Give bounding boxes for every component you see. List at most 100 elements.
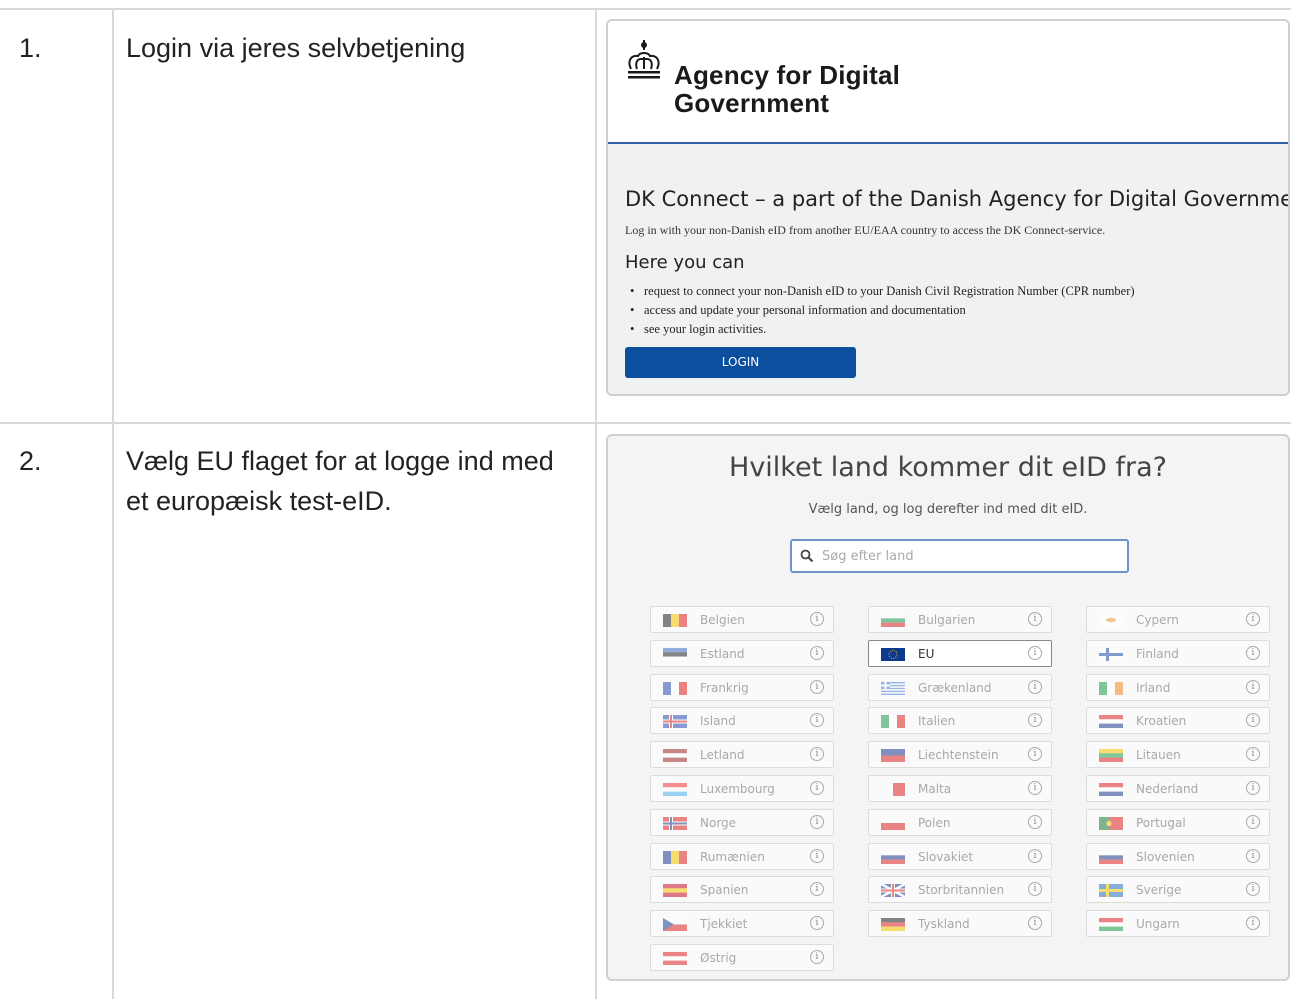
country-option-malta[interactable]: Malta i bbox=[868, 775, 1052, 802]
country-option-litauen[interactable]: Litauen i bbox=[1086, 741, 1270, 768]
country-option-nederland[interactable]: Nederland i bbox=[1086, 775, 1270, 802]
info-icon[interactable]: i bbox=[810, 849, 824, 863]
country-option-bulgarien[interactable]: Bulgarien i bbox=[868, 606, 1052, 633]
country-option-tjekkiet[interactable]: Tjekkiet i bbox=[650, 910, 834, 937]
info-icon[interactable]: i bbox=[810, 815, 824, 829]
agency-name-line1: Agency for Digital bbox=[674, 60, 901, 90]
info-icon[interactable]: i bbox=[1028, 680, 1042, 694]
country-select-screenshot: Hvilket land kommer dit eID fra? Vælg la… bbox=[606, 434, 1290, 981]
info-icon[interactable]: i bbox=[1028, 849, 1042, 863]
info-icon[interactable]: i bbox=[1028, 781, 1042, 795]
country-option-østrig[interactable]: Østrig i bbox=[650, 944, 834, 971]
info-icon[interactable]: i bbox=[810, 781, 824, 795]
flag-icon bbox=[1099, 749, 1123, 762]
search-input[interactable] bbox=[822, 545, 1117, 567]
info-icon[interactable]: i bbox=[1246, 646, 1260, 660]
info-icon[interactable]: i bbox=[810, 882, 824, 896]
country-option-belgien[interactable]: Belgien i bbox=[650, 606, 834, 633]
agency-name-line2: Government bbox=[674, 88, 830, 118]
flag-icon bbox=[663, 952, 687, 965]
country-option-island[interactable]: Island i bbox=[650, 707, 834, 734]
step-number: 2. bbox=[19, 446, 42, 476]
info-icon[interactable]: i bbox=[810, 916, 824, 930]
country-option-slovenien[interactable]: Slovenien i bbox=[1086, 843, 1270, 870]
country-name: Letland bbox=[700, 748, 745, 762]
country-option-storbritannien[interactable]: Storbritannien i bbox=[868, 876, 1052, 903]
country-name: Tyskland bbox=[918, 917, 970, 931]
info-icon[interactable]: i bbox=[1246, 747, 1260, 761]
country-name: Malta bbox=[918, 782, 952, 796]
country-name: Ungarn bbox=[1136, 917, 1180, 931]
country-search[interactable] bbox=[790, 539, 1129, 573]
country-option-norge[interactable]: Norge i bbox=[650, 809, 834, 836]
country-option-finland[interactable]: Finland i bbox=[1086, 640, 1270, 667]
country-name: Grækenland bbox=[918, 681, 992, 695]
step-instruction: Vælg EU flaget for at logge ind med et e… bbox=[126, 446, 554, 516]
login-button[interactable]: LOGIN bbox=[625, 347, 856, 378]
country-name: Sverige bbox=[1136, 883, 1182, 897]
info-icon[interactable]: i bbox=[1028, 713, 1042, 727]
country-option-portugal[interactable]: Portugal i bbox=[1086, 809, 1270, 836]
info-icon[interactable]: i bbox=[1028, 815, 1042, 829]
info-icon[interactable]: i bbox=[810, 612, 824, 626]
info-icon[interactable]: i bbox=[1028, 612, 1042, 626]
list-item: see your login activities. bbox=[625, 320, 1135, 339]
country-name: Rumænien bbox=[700, 850, 765, 864]
country-option-italien[interactable]: Italien i bbox=[868, 707, 1052, 734]
info-icon[interactable]: i bbox=[1246, 815, 1260, 829]
info-icon[interactable]: i bbox=[1246, 713, 1260, 727]
country-name: Island bbox=[700, 714, 736, 728]
country-name: Finland bbox=[1136, 647, 1179, 661]
flag-icon bbox=[1099, 918, 1123, 931]
country-name: Cypern bbox=[1136, 613, 1179, 627]
info-icon[interactable]: i bbox=[1028, 646, 1042, 660]
country-option-spanien[interactable]: Spanien i bbox=[650, 876, 834, 903]
info-icon[interactable]: i bbox=[1246, 680, 1260, 694]
info-icon[interactable]: i bbox=[810, 646, 824, 660]
list-item: request to connect your non-Danish eID t… bbox=[625, 282, 1135, 301]
info-icon[interactable]: i bbox=[810, 747, 824, 761]
flag-icon bbox=[1099, 614, 1123, 627]
country-name: Slovenien bbox=[1136, 850, 1195, 864]
step-instruction: Login via jeres selvbetjening bbox=[126, 33, 466, 63]
flag-icon bbox=[1099, 851, 1123, 864]
country-option-polen[interactable]: Polen i bbox=[868, 809, 1052, 836]
info-icon[interactable]: i bbox=[1246, 781, 1260, 795]
info-icon[interactable]: i bbox=[1028, 747, 1042, 761]
country-name: Frankrig bbox=[700, 681, 749, 695]
country-option-cypern[interactable]: Cypern i bbox=[1086, 606, 1270, 633]
country-option-frankrig[interactable]: Frankrig i bbox=[650, 674, 834, 701]
country-option-tyskland[interactable]: Tyskland i bbox=[868, 910, 1052, 937]
flag-icon bbox=[881, 851, 905, 864]
info-icon[interactable]: i bbox=[810, 680, 824, 694]
country-name: Norge bbox=[700, 816, 737, 830]
country-option-slovakiet[interactable]: Slovakiet i bbox=[868, 843, 1052, 870]
country-option-irland[interactable]: Irland i bbox=[1086, 674, 1270, 701]
info-icon[interactable]: i bbox=[1028, 882, 1042, 896]
info-icon[interactable]: i bbox=[1246, 849, 1260, 863]
country-option-rumænien[interactable]: Rumænien i bbox=[650, 843, 834, 870]
info-icon[interactable]: i bbox=[1246, 916, 1260, 930]
info-icon[interactable]: i bbox=[1246, 612, 1260, 626]
country-name: Liechtenstein bbox=[918, 748, 999, 762]
country-name: Slovakiet bbox=[918, 850, 974, 864]
country-option-kroatien[interactable]: Kroatien i bbox=[1086, 707, 1270, 734]
info-icon[interactable]: i bbox=[810, 950, 824, 964]
country-option-sverige[interactable]: Sverige i bbox=[1086, 876, 1270, 903]
info-icon[interactable]: i bbox=[1246, 882, 1260, 896]
country-option-grækenland[interactable]: Grækenland i bbox=[868, 674, 1052, 701]
info-icon[interactable]: i bbox=[810, 713, 824, 727]
flag-icon bbox=[881, 817, 905, 830]
country-option-letland[interactable]: Letland i bbox=[650, 741, 834, 768]
country-name: Luxembourg bbox=[700, 782, 775, 796]
country-option-liechtenstein[interactable]: Liechtenstein i bbox=[868, 741, 1052, 768]
step-number: 1. bbox=[19, 33, 42, 63]
flag-icon bbox=[881, 918, 905, 931]
table-border-top bbox=[0, 8, 1291, 10]
country-option-luxembourg[interactable]: Luxembourg i bbox=[650, 775, 834, 802]
country-option-estland[interactable]: Estland i bbox=[650, 640, 834, 667]
country-option-eu[interactable]: EU i bbox=[868, 640, 1052, 667]
info-icon[interactable]: i bbox=[1028, 916, 1042, 930]
flag-icon bbox=[1099, 884, 1123, 897]
country-option-ungarn[interactable]: Ungarn i bbox=[1086, 910, 1270, 937]
